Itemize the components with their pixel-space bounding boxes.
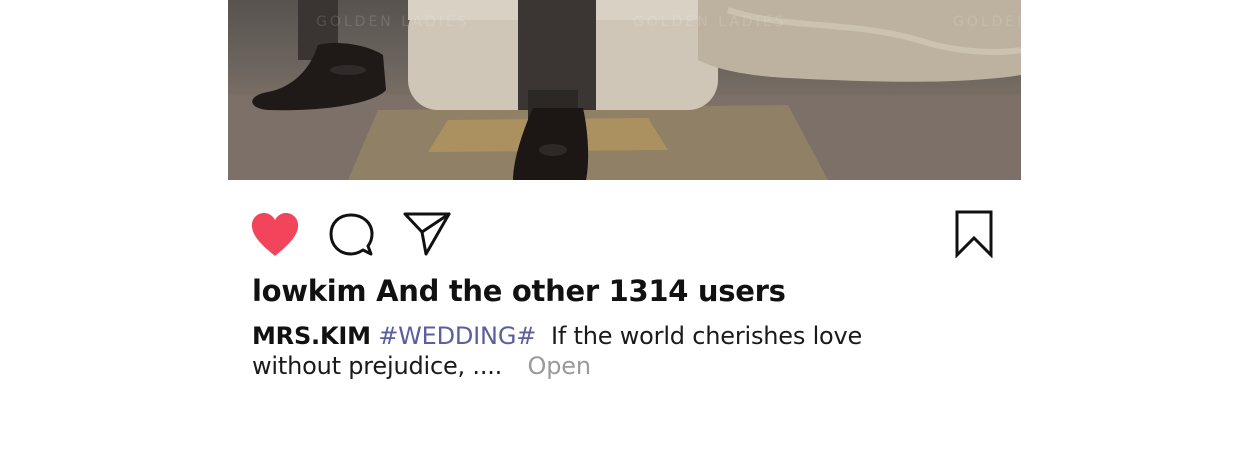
like-button[interactable] [250,212,300,258]
save-button[interactable] [955,210,993,258]
photo-watermark: GOLDEN LADIES [316,14,470,30]
caption-more-link[interactable]: Open [528,352,592,380]
post-action-bar [228,208,1021,260]
photo-watermark: GOLDEN LADIES [633,14,787,30]
photo-watermark: GOLDEN [953,14,1021,30]
heart-filled-icon [251,213,299,256]
comment-button[interactable] [328,212,374,258]
caption-hashtag[interactable]: #WEDDING# [378,322,536,350]
post-photo[interactable]: GOLDEN LADIES GOLDEN LADIES GOLDEN [228,0,1021,180]
share-button[interactable] [403,211,451,257]
post-caption: MRS.KIM #WEDDING# If the world cherishes… [252,321,932,381]
caption-username[interactable]: MRS.KIM [252,322,371,350]
bookmark-icon [955,210,993,258]
paper-plane-icon [403,212,451,256]
speech-bubble-icon [329,213,374,256]
post-page: GOLDEN LADIES GOLDEN LADIES GOLDEN [0,0,1250,476]
likes-summary[interactable]: lowkim And the other 1314 users [252,274,786,308]
